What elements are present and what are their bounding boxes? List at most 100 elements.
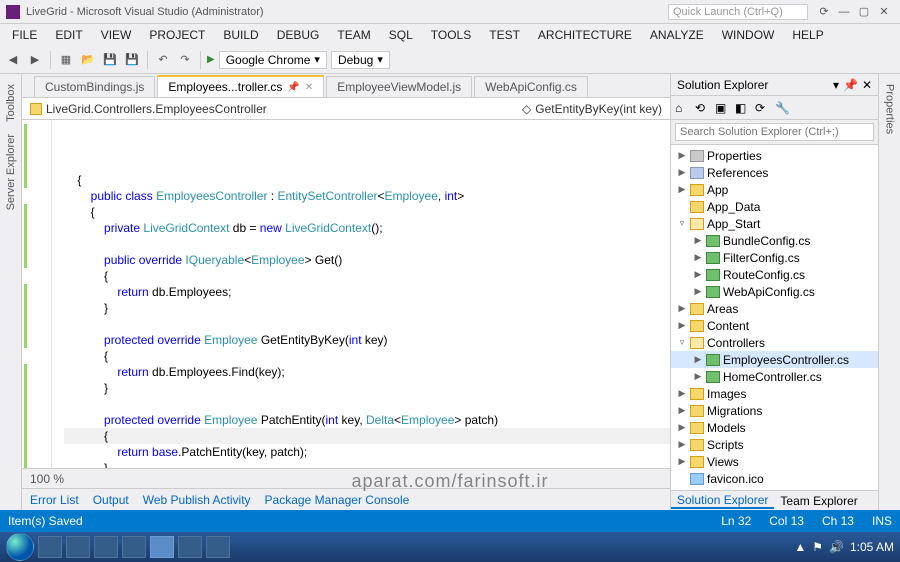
expand-icon[interactable]: ▶: [677, 303, 687, 314]
editor-tab[interactable]: EmployeeViewModel.js: [326, 76, 472, 97]
taskbar-item[interactable]: [178, 536, 202, 558]
collapse-icon[interactable]: ▣: [715, 101, 729, 115]
tree-node[interactable]: ▶Scripts: [671, 436, 878, 453]
well-tab-server-explorer[interactable]: Server Explorer: [5, 130, 17, 214]
tray-time[interactable]: 1:05 AM: [850, 540, 894, 554]
nav-method[interactable]: GetEntityByKey(int key): [535, 102, 662, 116]
menu-project[interactable]: PROJECT: [141, 26, 213, 44]
tree-node[interactable]: ▿Controllers: [671, 334, 878, 351]
close-button[interactable]: ✕: [874, 5, 894, 18]
expand-icon[interactable]: ▶: [677, 150, 687, 161]
output-tab[interactable]: Package Manager Console: [265, 493, 410, 507]
tree-node[interactable]: ▶Images: [671, 385, 878, 402]
expand-icon[interactable]: ▶: [677, 422, 687, 433]
close-tab-icon[interactable]: ✕: [305, 82, 313, 93]
properties-icon[interactable]: 🔧: [775, 101, 789, 115]
sync-with-doc-icon[interactable]: ⟲: [695, 101, 709, 115]
tree-node[interactable]: ▶HomeController.cs: [671, 368, 878, 385]
tree-node[interactable]: ▶App: [671, 181, 878, 198]
expand-icon[interactable]: ▶: [693, 354, 703, 365]
menu-window[interactable]: WINDOW: [714, 26, 783, 44]
config-dropdown[interactable]: Debug ▾: [331, 51, 390, 69]
menu-architecture[interactable]: ARCHITECTURE: [530, 26, 640, 44]
expand-icon[interactable]: ▶: [693, 252, 703, 263]
menu-build[interactable]: BUILD: [215, 26, 266, 44]
tree-node[interactable]: ▶Content: [671, 317, 878, 334]
tree-node[interactable]: ▶RouteConfig.cs: [671, 266, 878, 283]
new-project-icon[interactable]: ▦: [57, 51, 75, 69]
zoom-level[interactable]: 100 %: [30, 472, 64, 486]
pin-icon[interactable]: 📌: [287, 82, 299, 93]
panel-close-icon[interactable]: ✕: [862, 78, 872, 92]
tray-icon[interactable]: ▲: [794, 540, 806, 554]
tray-icon[interactable]: 🔊: [829, 540, 844, 554]
menu-team[interactable]: TEAM: [329, 26, 378, 44]
code-editor[interactable]: { public class EmployeesController : Ent…: [22, 120, 670, 468]
nav-back-icon[interactable]: ◀: [4, 51, 22, 69]
tree-node[interactable]: ▶References: [671, 164, 878, 181]
save-icon[interactable]: 💾: [101, 51, 119, 69]
maximize-button[interactable]: ▢: [854, 5, 874, 18]
menu-tools[interactable]: TOOLS: [423, 26, 479, 44]
redo-icon[interactable]: ↷: [176, 51, 194, 69]
nav-fwd-icon[interactable]: ▶: [26, 51, 44, 69]
expand-icon[interactable]: ▶: [677, 184, 687, 195]
taskbar-item[interactable]: [122, 536, 146, 558]
expand-icon[interactable]: ▶: [693, 235, 703, 246]
save-all-icon[interactable]: 💾: [123, 51, 141, 69]
well-tab-properties[interactable]: Properties: [884, 80, 896, 138]
expand-icon[interactable]: ▶: [693, 371, 703, 382]
expand-icon[interactable]: ▶: [693, 286, 703, 297]
panel-dropdown-icon[interactable]: ▾: [833, 78, 839, 92]
solution-search-input[interactable]: [675, 123, 874, 141]
refresh-icon[interactable]: ⟳: [755, 101, 769, 115]
expand-icon[interactable]: ▿: [677, 218, 687, 229]
tree-node[interactable]: ▶FilterConfig.cs: [671, 249, 878, 266]
menu-view[interactable]: VIEW: [93, 26, 140, 44]
tray-icon[interactable]: ⚑: [812, 540, 823, 554]
expand-icon[interactable]: ▶: [677, 456, 687, 467]
expand-icon[interactable]: ▶: [677, 167, 687, 178]
tree-node[interactable]: ▶BundleConfig.cs: [671, 232, 878, 249]
taskbar-item-vs[interactable]: [150, 536, 174, 558]
well-tab-toolbox[interactable]: Toolbox: [5, 80, 17, 126]
menu-sql[interactable]: SQL: [381, 26, 421, 44]
start-orb[interactable]: [6, 533, 34, 561]
expand-icon[interactable]: ▶: [693, 269, 703, 280]
menu-analyze[interactable]: ANALYZE: [642, 26, 712, 44]
tree-node[interactable]: favicon.ico: [671, 470, 878, 487]
solution-tree[interactable]: ▶Properties▶References▶AppApp_Data▿App_S…: [671, 145, 878, 490]
menu-test[interactable]: TEST: [481, 26, 528, 44]
taskbar-item[interactable]: [38, 536, 62, 558]
tree-node[interactable]: App_Data: [671, 198, 878, 215]
system-tray[interactable]: ▲ ⚑ 🔊 1:05 AM: [794, 540, 894, 554]
browser-dropdown[interactable]: Google Chrome ▾: [219, 51, 327, 69]
taskbar-item[interactable]: [94, 536, 118, 558]
output-tab[interactable]: Web Publish Activity: [143, 493, 251, 507]
expand-icon[interactable]: ▿: [677, 337, 687, 348]
output-tab[interactable]: Error List: [30, 493, 79, 507]
expand-icon[interactable]: ▶: [677, 405, 687, 416]
editor-tab[interactable]: WebApiConfig.cs: [474, 76, 588, 97]
home-icon[interactable]: ⌂: [675, 101, 689, 115]
taskbar-item[interactable]: [66, 536, 90, 558]
editor-tab[interactable]: CustomBindings.js: [34, 76, 155, 97]
tree-node[interactable]: ▿App_Start: [671, 215, 878, 232]
menu-file[interactable]: FILE: [4, 26, 45, 44]
taskbar-item[interactable]: [206, 536, 230, 558]
panel-pin-icon[interactable]: 📌: [843, 78, 858, 92]
editor-tab[interactable]: Employees...troller.cs📌✕: [157, 75, 324, 97]
panel-tab[interactable]: Solution Explorer: [671, 493, 774, 509]
expand-icon[interactable]: ▶: [677, 320, 687, 331]
menu-edit[interactable]: EDIT: [47, 26, 90, 44]
menu-help[interactable]: HELP: [784, 26, 831, 44]
expand-icon[interactable]: ▶: [677, 388, 687, 399]
expand-icon[interactable]: ▶: [677, 439, 687, 450]
tree-node[interactable]: ▶Models: [671, 419, 878, 436]
minimize-button[interactable]: —: [834, 6, 854, 18]
open-icon[interactable]: 📂: [79, 51, 97, 69]
nav-class[interactable]: LiveGrid.Controllers.EmployeesController: [46, 102, 267, 116]
output-tab[interactable]: Output: [93, 493, 129, 507]
quick-launch-input[interactable]: Quick Launch (Ctrl+Q): [668, 4, 808, 20]
start-debug-button[interactable]: ▶: [207, 54, 215, 65]
